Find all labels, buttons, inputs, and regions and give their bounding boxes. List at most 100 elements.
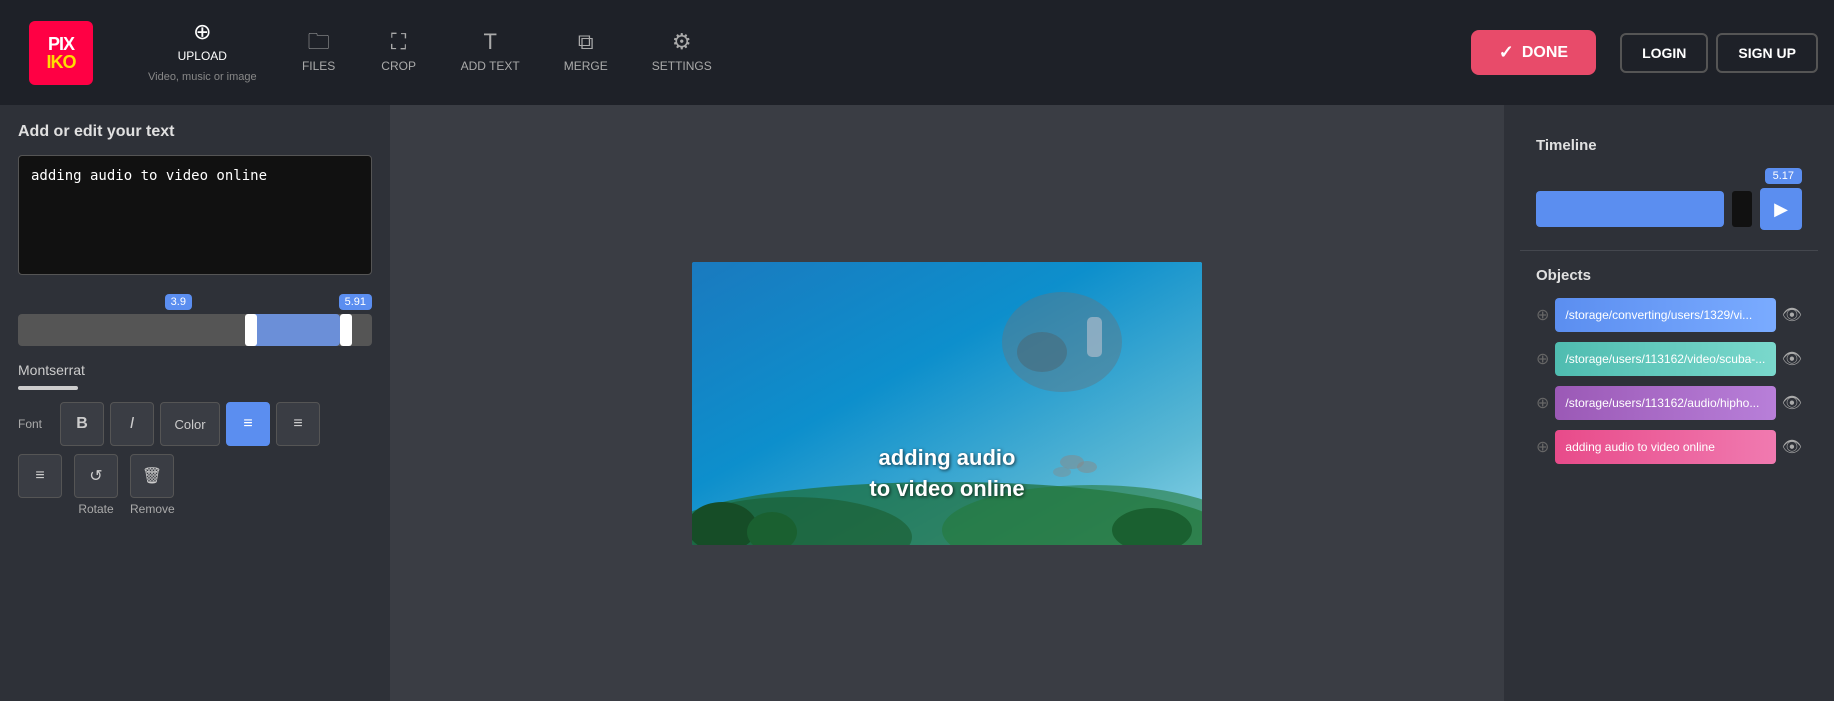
font-size-bar bbox=[18, 386, 78, 390]
nav-upload[interactable]: ⊕ UPLOAD Video, music or image bbox=[126, 21, 279, 85]
crop-label: CROP bbox=[381, 59, 416, 75]
align-left-button[interactable]: ≡ bbox=[226, 402, 270, 446]
object-item-0: ⊕ /storage/converting/users/1329/vi... 👁 bbox=[1536, 298, 1802, 332]
timeline-end bbox=[1732, 191, 1752, 227]
lines-group: ≡ bbox=[18, 454, 62, 516]
settings-label: SETTINGS bbox=[652, 59, 712, 75]
font-label: Font bbox=[18, 417, 54, 431]
italic-icon: I bbox=[130, 415, 134, 433]
upload-sub: Video, music or image bbox=[148, 70, 257, 84]
files-icon: 🗀 bbox=[308, 31, 330, 53]
align-center-button[interactable]: ≡ bbox=[276, 402, 320, 446]
video-bg: adding audio to video online bbox=[692, 262, 1202, 545]
drag-handle-2[interactable]: ⊕ bbox=[1536, 393, 1549, 413]
merge-label: MERGE bbox=[564, 59, 608, 75]
nav-merge[interactable]: ⧉ MERGE bbox=[542, 31, 630, 75]
remove-group: 🗑 Remove bbox=[130, 454, 174, 516]
bold-button[interactable]: B bbox=[60, 402, 104, 446]
panel-title: Add or edit your text bbox=[18, 123, 372, 141]
remove-button[interactable]: 🗑 bbox=[130, 454, 174, 498]
lines-button[interactable]: ≡ bbox=[18, 454, 62, 498]
logo: PIXIKO bbox=[16, 21, 106, 85]
slider-val-left: 3.9 bbox=[165, 294, 192, 310]
italic-button[interactable]: I bbox=[110, 402, 154, 446]
object-item-3: ⊕ adding audio to video online 👁 bbox=[1536, 430, 1802, 464]
nav-crop[interactable]: ⛶ CROP bbox=[359, 31, 439, 75]
drag-handle-0[interactable]: ⊕ bbox=[1536, 305, 1549, 325]
eye-icon-1[interactable]: 👁 bbox=[1782, 349, 1802, 369]
merge-icon: ⧉ bbox=[578, 31, 594, 53]
obj-bar-3[interactable]: adding audio to video online bbox=[1555, 430, 1775, 464]
rotate-button[interactable]: ↺ bbox=[74, 454, 118, 498]
play-button[interactable]: ▶ bbox=[1760, 188, 1802, 230]
obj-bar-1[interactable]: /storage/users/113162/video/scuba-... bbox=[1555, 342, 1775, 376]
canvas-area: adding audio to video online bbox=[390, 105, 1504, 701]
obj-path-2: /storage/users/113162/audio/hipho... bbox=[1565, 396, 1759, 410]
trash-icon: 🗑 bbox=[142, 466, 162, 486]
nav-settings[interactable]: ⚙ SETTINGS bbox=[630, 31, 734, 75]
nav-addtext[interactable]: T ADD TEXT bbox=[439, 31, 542, 75]
obj-path-1: /storage/users/113162/video/scuba-... bbox=[1565, 352, 1765, 366]
right-panel: Timeline 5.17 ▶ Objects ⊕ bbox=[1504, 105, 1834, 701]
remove-label: Remove bbox=[130, 502, 174, 516]
timeline-marker: 5.17 bbox=[1536, 168, 1802, 184]
eye-icon-2[interactable]: 👁 bbox=[1782, 393, 1802, 413]
eye-icon-0[interactable]: 👁 bbox=[1782, 305, 1802, 325]
files-label: FILES bbox=[302, 59, 335, 75]
logo-text: PIXIKO bbox=[46, 35, 75, 71]
rotate-icon: ↺ bbox=[89, 466, 102, 486]
overlay-line1: adding audio bbox=[869, 443, 1024, 474]
done-label: DONE bbox=[1522, 44, 1568, 62]
eye-icon-3[interactable]: 👁 bbox=[1782, 437, 1802, 457]
timeline-bar[interactable] bbox=[1536, 191, 1724, 227]
align-left-icon: ≡ bbox=[243, 415, 252, 433]
slider-track[interactable] bbox=[18, 314, 372, 346]
main-area: Add or edit your text adding audio to vi… bbox=[0, 105, 1834, 701]
login-button[interactable]: LOGIN bbox=[1620, 33, 1708, 73]
obj-bar-2[interactable]: /storage/users/113162/audio/hipho... bbox=[1555, 386, 1775, 420]
signup-button[interactable]: SIGN UP bbox=[1716, 33, 1818, 73]
topnav: PIXIKO ⊕ UPLOAD Video, music or image 🗀 … bbox=[0, 0, 1834, 105]
obj-path-3: adding audio to video online bbox=[1565, 440, 1714, 454]
overlay-line2: to video online bbox=[869, 474, 1024, 505]
drag-handle-1[interactable]: ⊕ bbox=[1536, 349, 1549, 369]
bold-icon: B bbox=[76, 415, 88, 433]
time-slider[interactable]: 3.9 5.91 bbox=[18, 294, 372, 346]
timeline-title: Timeline bbox=[1536, 137, 1802, 154]
done-button[interactable]: ✓ DONE bbox=[1471, 30, 1596, 75]
align-center-icon: ≡ bbox=[293, 415, 302, 433]
color-button[interactable]: Color bbox=[160, 402, 220, 446]
slider-thumb-right[interactable] bbox=[340, 314, 352, 346]
object-item-1: ⊕ /storage/users/113162/video/scuba-... … bbox=[1536, 342, 1802, 376]
upload-icon: ⊕ bbox=[193, 21, 211, 43]
slider-thumb-left[interactable] bbox=[245, 314, 257, 346]
slider-val-right: 5.91 bbox=[339, 294, 372, 310]
crop-icon: ⛶ bbox=[391, 31, 406, 53]
left-panel: Add or edit your text adding audio to vi… bbox=[0, 105, 390, 701]
timeline-badge: 5.17 bbox=[1765, 168, 1802, 184]
toolbar-row-2: ≡ ↺ Rotate 🗑 Remove bbox=[18, 454, 372, 516]
canvas-overlay-text[interactable]: adding audio to video online bbox=[869, 443, 1024, 505]
toolbar-row-1: Font B I Color ≡ ≡ bbox=[18, 402, 372, 446]
upload-label: UPLOAD bbox=[178, 49, 227, 65]
obj-bar-0[interactable]: /storage/converting/users/1329/vi... bbox=[1555, 298, 1775, 332]
settings-icon: ⚙ bbox=[672, 31, 692, 53]
addtext-label: ADD TEXT bbox=[461, 59, 520, 75]
drag-handle-3[interactable]: ⊕ bbox=[1536, 437, 1549, 457]
timeline-section: Timeline 5.17 ▶ bbox=[1520, 121, 1818, 251]
obj-path-0: /storage/converting/users/1329/vi... bbox=[1565, 308, 1752, 322]
rotate-group: ↺ Rotate bbox=[74, 454, 118, 516]
text-edit-input[interactable]: adding audio to video online bbox=[18, 155, 372, 275]
color-label: Color bbox=[174, 417, 205, 432]
nav-files[interactable]: 🗀 FILES bbox=[279, 31, 359, 75]
lines-icon: ≡ bbox=[35, 467, 44, 485]
timeline-track-area: ▶ bbox=[1536, 188, 1802, 230]
object-item-2: ⊕ /storage/users/113162/audio/hipho... 👁 bbox=[1536, 386, 1802, 420]
play-icon: ▶ bbox=[1774, 199, 1788, 220]
objects-title: Objects bbox=[1536, 267, 1802, 284]
rotate-label: Rotate bbox=[74, 502, 118, 516]
right-column: Timeline 5.17 ▶ Objects ⊕ bbox=[1520, 121, 1818, 685]
video-canvas: adding audio to video online bbox=[692, 262, 1202, 545]
logo-box[interactable]: PIXIKO bbox=[29, 21, 93, 85]
check-icon: ✓ bbox=[1499, 42, 1514, 63]
